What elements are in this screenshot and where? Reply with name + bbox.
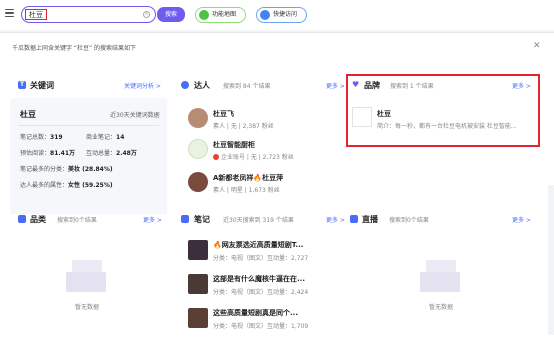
talent-meta: 素人 | 无 | 2,387 粉丝 [213,123,274,130]
live-count: 搜索到0个结果 [389,217,429,224]
talent-title: 达人 [194,81,210,90]
avatar [188,108,208,128]
results-header: 千瓜数据上同含关键字 “杜豆” 的搜索结果如下 [12,45,137,52]
keyword-word: 杜豆 [20,110,36,119]
divider [18,125,159,126]
keyword-analysis-link[interactable]: 关键词分析 > [124,81,161,90]
note-meta: 分类：电视（图文） 互动量：1,709 [213,323,309,330]
search-input[interactable]: 杜豆 [25,9,47,20]
talent-more-link[interactable]: 更多 > [326,81,345,90]
quick-access-label: 快捷访问 [273,11,298,18]
talent-count: 搜索到 84 个结果 [223,83,271,90]
keyword-stats-box: 杜豆 近30天关键词数据 笔记总数：319 商业笔记：14 预估阅读：81.41… [10,98,167,232]
category-count: 搜索到0个结果 [57,217,97,224]
brand-highlight-frame [346,74,540,147]
note-thumbnail [188,240,208,260]
talent-name: 杜豆智能厨柜 [213,141,255,149]
notes-title: 笔记 [194,215,210,224]
note-title: 这些高质量短剧真是同个... [213,309,298,317]
note-row[interactable]: 这些高质量短剧真是同个... 分类：电视（图文） 互动量：1,709 [188,308,338,338]
note-thumbnail [188,274,208,294]
empty-state: 暂无数据 [416,258,466,318]
talent-meta: 素人 | 明星 | 1,673 粉丝 [213,187,280,194]
category-title: 品类 [30,215,46,224]
top-bar: 杜豆 × 搜索 功能地图 快捷访问 [0,0,554,30]
talent-meta: 企业账号 | 无 | 2,723 粉丝 [213,152,294,161]
keyword-range: 近30天关键词数据 [110,112,160,119]
stat-row: 预估阅读：81.41万 互动总量：2.48万 [20,150,137,157]
note-icon [181,215,189,223]
live-camera-icon [350,215,358,223]
avatar [188,139,208,159]
company-badge-icon [213,154,219,160]
notes-count: 近30天搜索到 319 个结果 [223,217,294,224]
empty-state: 暂无数据 [62,258,112,318]
note-title: 这部是有什么魔核牛逼在在... [213,275,305,283]
notes-panel: 笔记 近30天搜索到 319 个结果 更多 > 🔥网友票选近高质量短剧T... … [178,214,345,334]
category-panel: 品类 搜索到0个结果 更多 > 暂无数据 [10,214,170,324]
clear-icon[interactable]: × [143,11,150,18]
map-icon [199,10,209,20]
talent-row[interactable]: 杜豆飞 素人 | 无 | 2,387 粉丝 [188,106,338,134]
top-category-row: 笔记最多的分类：美妆 (28.84%) [20,166,113,173]
talent-icon [181,81,189,89]
note-thumbnail [188,308,208,328]
function-map-button[interactable]: 功能地图 [195,7,246,23]
keyword-title: 关键词 [30,81,54,90]
close-icon[interactable]: ✕ [533,41,541,51]
note-title: 🔥网友票选近高质量短剧T... [213,241,304,249]
talent-name: 杜豆飞 [213,110,234,118]
avatar [188,172,208,192]
empty-label: 暂无数据 [428,304,453,311]
note-meta: 分类：电视（图文） 互动量：2,424 [213,289,309,296]
notes-more-link[interactable]: 更多 > [326,215,345,224]
talent-row[interactable]: A新都老凤祥🔥杜豆萍 素人 | 明星 | 1,673 粉丝 [188,170,338,198]
menu-icon[interactable] [5,9,14,18]
top-attribute-row: 达人最多的属性：女性 (59.25%) [20,182,113,189]
send-icon [260,10,270,20]
category-more-link[interactable]: 更多 > [143,215,162,224]
grid-icon [18,215,26,223]
search-box[interactable]: 杜豆 × [21,6,156,23]
live-title: 直播 [362,215,378,224]
talent-panel: 达人 搜索到 84 个结果 更多 > 杜豆飞 素人 | 无 | 2,387 粉丝… [178,80,345,200]
empty-label: 暂无数据 [74,304,99,311]
live-more-link[interactable]: 更多 > [512,215,531,224]
talent-row[interactable]: 杜豆智能厨柜 企业账号 | 无 | 2,723 粉丝 [188,137,338,165]
note-row[interactable]: 🔥网友票选近高质量短剧T... 分类：电视（图文） 互动量：2,727 [188,240,338,270]
talent-name: A新都老凤祥🔥杜豆萍 [213,174,284,182]
search-button[interactable]: 搜索 [157,7,185,22]
side-scroll-strip [548,185,554,335]
note-row[interactable]: 这部是有什么魔核牛逼在在... 分类：电视（图文） 互动量：2,424 [188,274,338,304]
keyword-icon: T [18,81,26,89]
note-meta: 分类：电视（图文） 互动量：2,727 [213,255,309,262]
function-map-label: 功能地图 [212,11,237,18]
quick-access-button[interactable]: 快捷访问 [256,7,307,23]
live-panel: 直播 搜索到0个结果 更多 > 暂无数据 [346,214,538,324]
stat-row: 笔记总数：319 商业笔记：14 [20,134,125,141]
